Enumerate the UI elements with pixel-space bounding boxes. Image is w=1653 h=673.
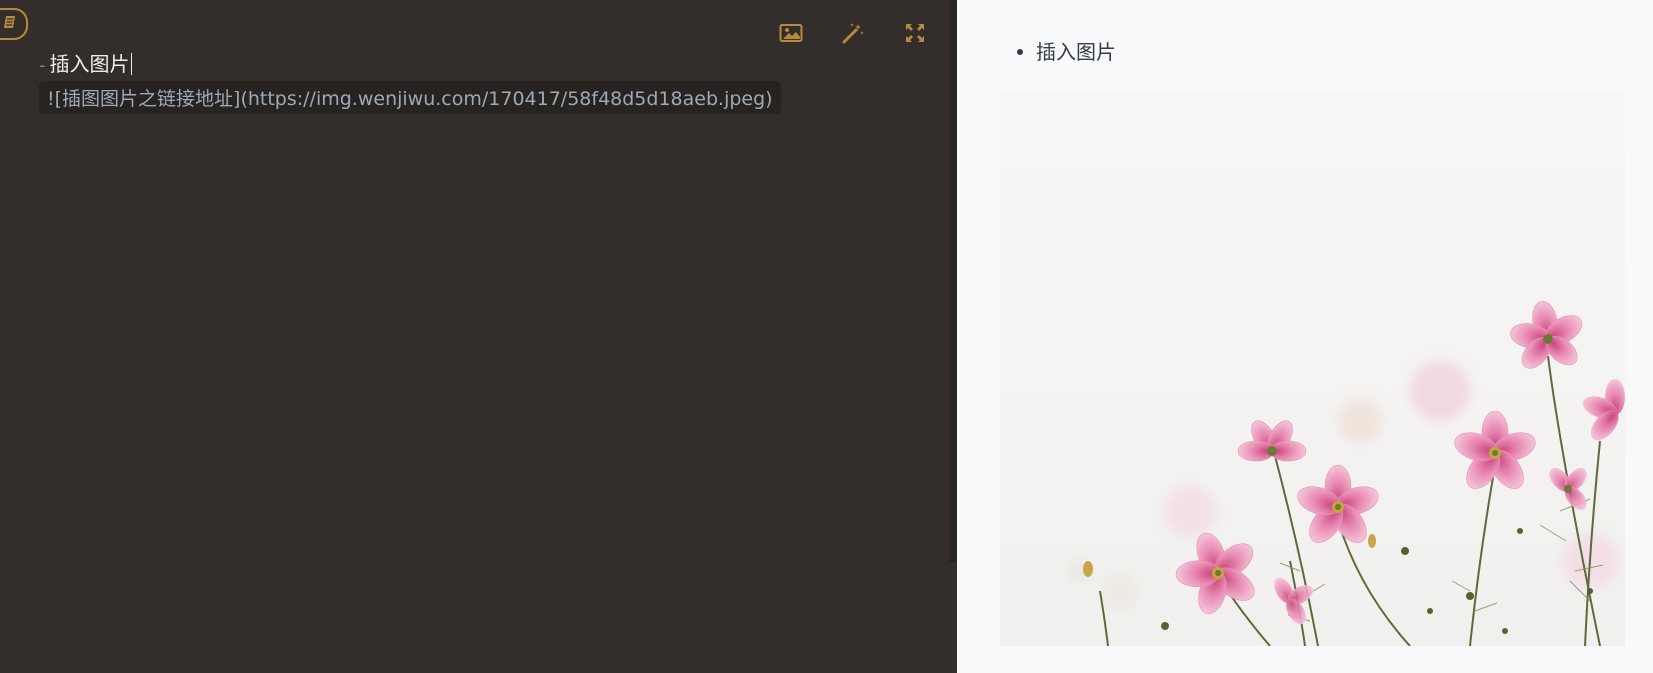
magic-wand-icon — [841, 21, 865, 45]
list-marker: - — [39, 55, 46, 76]
editor-scrollbar[interactable] — [949, 0, 957, 562]
markdown-editor-app: - 插入图片 ![插图图片之链接地址](https://img.wenjiwu.c… — [0, 0, 1653, 673]
editor-toolbar — [760, 18, 946, 48]
fullscreen-button[interactable] — [884, 18, 946, 48]
list-item: 插入图片 — [1017, 36, 1116, 68]
image-markdown-code: ![插图图片之链接地址](https://img.wenjiwu.com/170… — [47, 88, 773, 110]
editor-line-heading[interactable]: - 插入图片 — [39, 50, 132, 80]
flower-photo — [1000, 91, 1625, 646]
preview-pane: 插入图片 — [957, 0, 1653, 673]
preview-image — [1000, 91, 1625, 646]
text-caret — [130, 53, 132, 75]
list-item-text: 插入图片 — [1036, 40, 1116, 64]
preview-list: 插入图片 — [1017, 36, 1116, 68]
image-icon — [779, 23, 803, 43]
editor-line-text: 插入图片 — [49, 52, 130, 76]
notebook-button[interactable] — [0, 8, 28, 40]
bullet-dot — [1017, 49, 1023, 55]
fullscreen-icon — [904, 22, 926, 44]
editor-image-markdown-line[interactable]: ![插图图片之链接地址](https://img.wenjiwu.com/170… — [39, 81, 781, 114]
notebook-icon — [2, 14, 18, 34]
editor-pane[interactable]: - 插入图片 ![插图图片之链接地址](https://img.wenjiwu.c… — [0, 0, 957, 673]
insert-image-button[interactable] — [760, 18, 822, 48]
magic-format-button[interactable] — [822, 18, 884, 48]
